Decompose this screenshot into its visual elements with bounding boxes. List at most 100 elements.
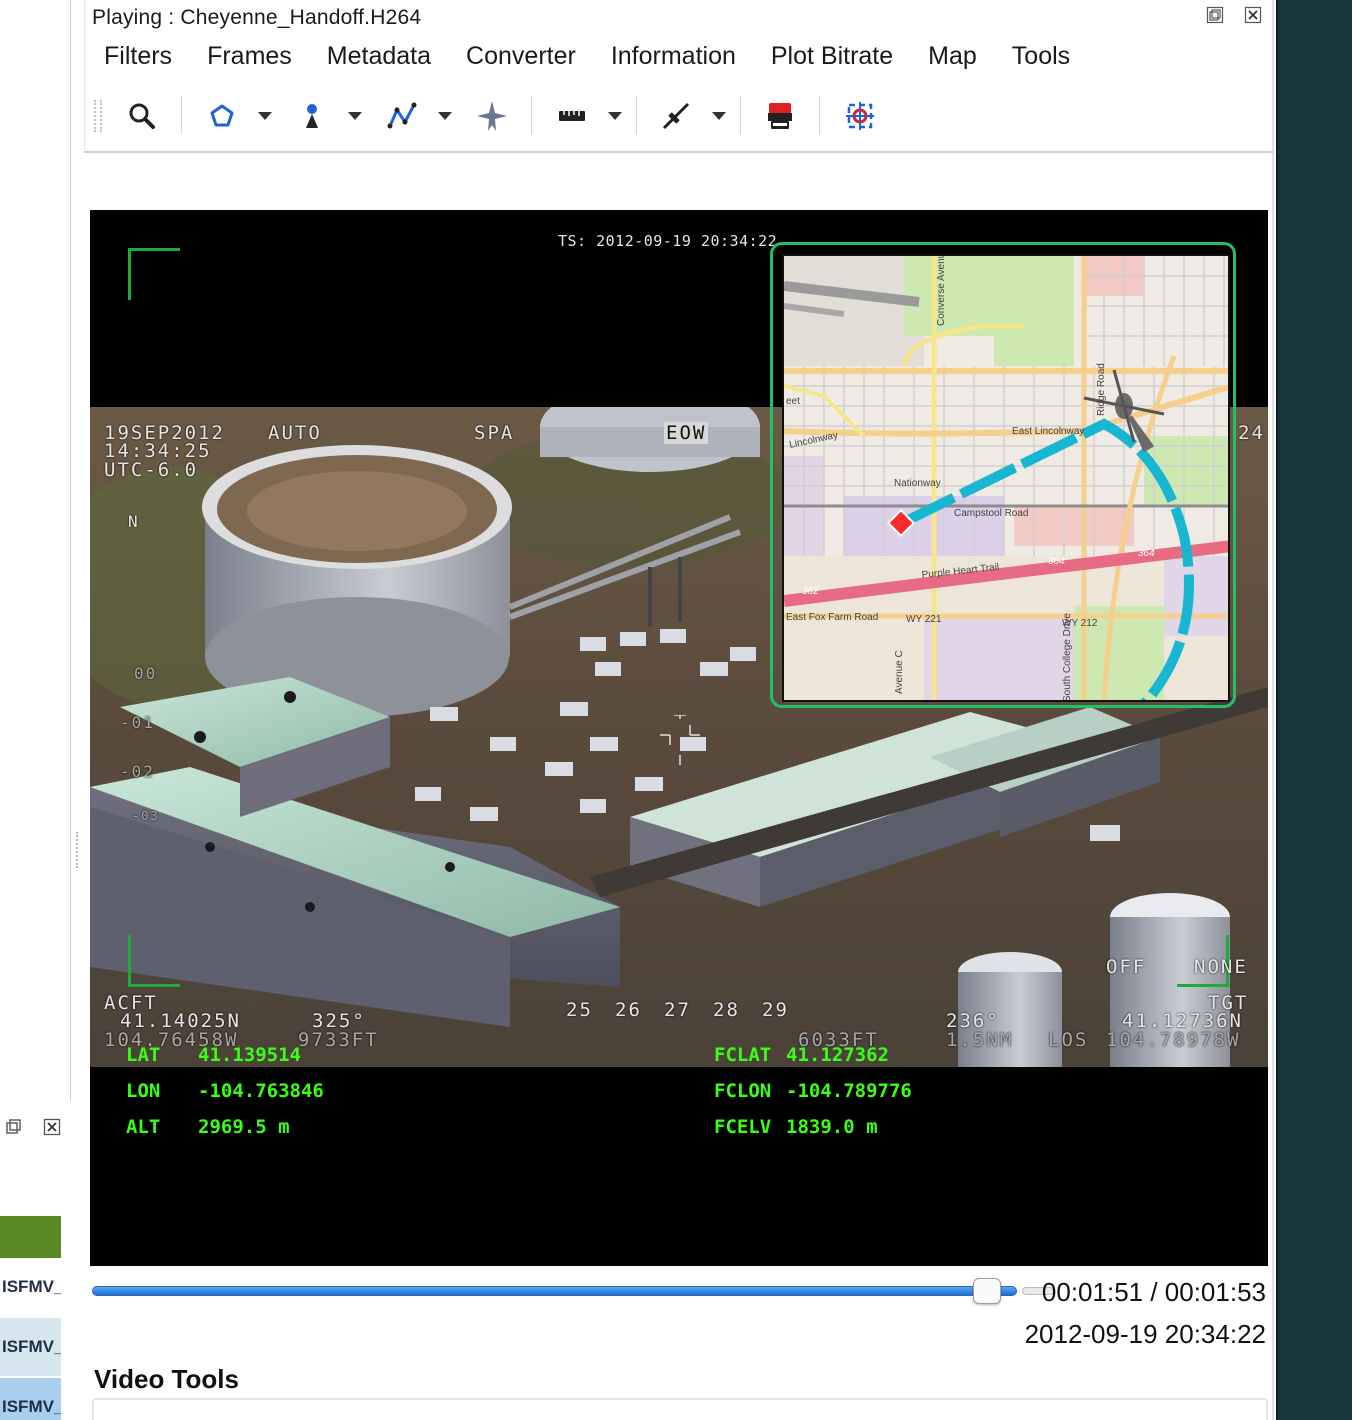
dock-row[interactable]: ISFMV_ — [0, 1258, 61, 1316]
seek-bar[interactable] — [92, 1286, 1017, 1296]
capture-icon[interactable] — [760, 96, 800, 136]
north-arrow: N — [128, 512, 140, 531]
osd-scale-0: 00 — [134, 664, 158, 683]
tgt-range: 1.5NM — [946, 1029, 1014, 1051]
menu-plot-bitrate[interactable]: Plot Bitrate — [751, 38, 908, 76]
desktop-background — [1276, 0, 1352, 1420]
dock-row-selected[interactable]: ISFMV_ — [0, 1378, 61, 1420]
video-tools-panel — [92, 1398, 1268, 1420]
dock-row-label: ISFMV_ — [2, 1337, 61, 1356]
dock-row-label: ISFMV_ — [2, 1277, 61, 1296]
video-frame[interactable]: TS: 2012-09-19 20:34:22 19SEP2012 AUTO 1… — [90, 210, 1268, 1266]
polyline-icon[interactable] — [382, 96, 422, 136]
dock-row[interactable]: ISFMV_ — [0, 1318, 61, 1376]
acft-alt: 9733FT — [298, 1029, 379, 1051]
map-label-fox-farm: East Fox Farm Road — [786, 612, 878, 623]
dock-row-label: ISFMV_ — [2, 1397, 61, 1416]
frame-corner-top-left — [128, 248, 180, 300]
osd-utc: UTC-6.0 — [104, 459, 199, 481]
klv-fclon-value: -104.789776 — [786, 1080, 912, 1102]
klv-lon-value: -104.763846 — [198, 1080, 324, 1102]
center-crosshair-icon — [660, 715, 700, 765]
menu-frames[interactable]: Frames — [187, 38, 307, 76]
heading-tick: 26 — [615, 999, 642, 1021]
map-label-wy221: WY 221 — [906, 614, 942, 625]
polygon-icon[interactable] — [202, 96, 242, 136]
osd-sensor: EOW — [664, 422, 709, 444]
playback-time: 00:01:51 / 00:01:53 — [1041, 1277, 1266, 1307]
line-tool-dropdown-chevron-icon[interactable] — [710, 108, 728, 124]
map-label-campstool: Campstool Road — [954, 508, 1028, 519]
playback-timestamp: 2012-09-19 20:34:22 — [1024, 1319, 1266, 1349]
toolbar — [84, 90, 1274, 142]
heading-tick: 29 — [762, 999, 789, 1021]
menu-bar: Filters Frames Metadata Converter Inform… — [84, 38, 1085, 76]
klv-lat-value: 41.139514 — [198, 1044, 301, 1066]
left-panel — [0, 0, 71, 1100]
klv-lat-label: LAT — [126, 1044, 161, 1066]
klv-fcelv-value: 1839.0 m — [786, 1116, 878, 1138]
ruler-dropdown-chevron-icon[interactable] — [606, 108, 624, 124]
player-window: Playing : Cheyenne_Handoff.H264 Filters … — [84, 0, 1274, 1420]
map-label-avenue-c: Avenue C — [894, 650, 905, 694]
map-label-route-362: 362 — [802, 586, 819, 597]
window-title: Playing : Cheyenne_Handoff.H264 — [92, 6, 422, 29]
map-label-college: South College Drive — [1062, 613, 1073, 702]
toolbar-grip[interactable] — [94, 100, 102, 132]
video-tools-heading: Video Tools — [94, 1364, 239, 1394]
map-label-converse: Converse Avenue — [936, 256, 947, 326]
magnifier-icon[interactable] — [122, 96, 162, 136]
map-label-route-364a: 364 — [1138, 548, 1155, 559]
heading-tick: 28 — [713, 999, 740, 1021]
crosshair-target-icon[interactable] — [840, 96, 880, 136]
map-label-ridge: Ridge Road — [1096, 363, 1107, 416]
close-icon[interactable] — [1243, 6, 1263, 26]
dock-splitter-handle[interactable] — [76, 832, 80, 868]
dock-table-header — [0, 1216, 61, 1260]
tgt-lon: 104.78978W — [1106, 1029, 1241, 1051]
frame-corner-bottom-left — [128, 935, 180, 987]
menu-tools[interactable]: Tools — [992, 38, 1085, 76]
point-dropdown-chevron-icon[interactable] — [346, 108, 364, 124]
menu-map[interactable]: Map — [908, 38, 992, 76]
osd-none: NONE — [1194, 956, 1248, 978]
osd-mode: AUTO — [268, 422, 322, 444]
restore-icon[interactable] — [1205, 6, 1225, 26]
osd-timestamp: TS: 2012-09-19 20:34:22 — [558, 232, 778, 250]
osd-scale-1: -01 — [120, 713, 155, 732]
map-label-street-fragment: eet — [786, 396, 800, 407]
menu-information[interactable]: Information — [591, 38, 751, 76]
osd-right-edge: 24 — [1238, 422, 1265, 444]
menu-converter[interactable]: Converter — [446, 38, 591, 76]
klv-lon-label: LON — [126, 1080, 161, 1102]
polygon-dropdown-chevron-icon[interactable] — [256, 108, 274, 124]
line-tool-icon[interactable] — [656, 96, 696, 136]
minimap[interactable]: Converse Avenue Ridge Road East Lincolnw… — [770, 242, 1236, 708]
klv-fclat-label: FCLAT — [714, 1044, 772, 1066]
klv-fcelv-label: FCELV — [714, 1116, 772, 1138]
map-label-route-364b: 364 — [1048, 556, 1065, 567]
klv-fclon-label: FCLON — [714, 1080, 772, 1102]
north-label: N — [128, 512, 140, 531]
klv-fclat-value: 41.127362 — [786, 1044, 889, 1066]
dock-restore-icon[interactable] — [4, 1118, 24, 1138]
point-icon[interactable] — [292, 96, 332, 136]
klv-alt-value: 2969.5 m — [198, 1116, 290, 1138]
polyline-dropdown-chevron-icon[interactable] — [436, 108, 454, 124]
dock-close-icon[interactable] — [42, 1118, 62, 1138]
osd-scale-2: -02 — [120, 762, 155, 781]
map-label-east-lincolnway: East Lincolnway — [1012, 426, 1084, 437]
osd-scale-3: -03 — [132, 809, 160, 823]
heading-tick: 27 — [664, 999, 691, 1021]
los-label: LOS — [1048, 1029, 1089, 1051]
menu-filters[interactable]: Filters — [84, 38, 187, 76]
menu-metadata[interactable]: Metadata — [307, 38, 446, 76]
osd-spa: SPA — [474, 422, 515, 444]
klv-alt-label: ALT — [126, 1116, 161, 1138]
left-dock: ISFMV_ ISFMV_ ISFMV_ — [0, 0, 78, 1420]
ruler-icon[interactable] — [552, 96, 592, 136]
minimap-map[interactable]: Converse Avenue Ridge Road East Lincolnw… — [782, 254, 1230, 702]
seek-handle[interactable] — [973, 1278, 1001, 1304]
aircraft-icon[interactable] — [472, 96, 512, 136]
osd-off: OFF — [1106, 956, 1147, 978]
